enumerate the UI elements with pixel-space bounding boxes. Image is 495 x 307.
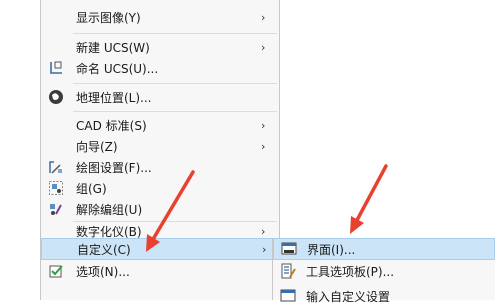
submenu-item-label: 工具选项板(P)... [306,264,395,279]
named-ucs-icon [47,59,65,77]
options-icon [47,262,65,280]
menu-item-label: 自定义(C) [77,242,131,257]
submenu-arrow-icon: › [261,40,266,54]
menu-item-label: 数字化仪(B) [76,224,142,239]
submenu-item-interface[interactable]: 界面(I)... [273,238,495,260]
menu-separator [73,83,277,84]
submenu-arrow-icon: › [261,118,266,132]
menu-item-customize[interactable]: 自定义(C) › [41,238,279,260]
menu-item-options[interactable]: 选项(N)... [41,260,279,282]
customize-submenu: 界面(I)... 工具选项板(P)... 输入自定义设置 [272,238,495,304]
submenu-arrow-icon: › [262,242,267,256]
menu-separator [73,111,277,112]
menu-item-label: 组(G) [76,181,107,196]
submenu-item-label: 界面(I)... [307,242,356,257]
submenu-item-import-customizations[interactable]: 输入自定义设置 [273,285,495,307]
menu-item-group[interactable]: 组(G) [41,177,279,199]
menu-item-label: 解除编组(U) [76,202,143,217]
geolocation-icon [47,88,65,106]
menu-item-label: 地理位置(L)... [76,90,152,105]
submenu-item-tool-palettes[interactable]: 工具选项板(P)... [273,260,495,282]
menu-item-named-ucs[interactable]: 命名 UCS(U)... [41,57,279,79]
tool-palettes-icon [279,262,297,280]
menu-item-label: CAD 标准(S) [76,118,147,133]
menu-item-wizards[interactable]: 向导(Z) › [41,135,279,157]
menu-item-drafting-settings[interactable]: 绘图设置(F)... [41,156,279,178]
submenu-item-label: 输入自定义设置 [306,289,391,304]
menu-separator [73,33,277,34]
menu-item-label: 命名 UCS(U)... [76,61,159,76]
menu-item-ungroup[interactable]: 解除编组(U) [41,198,279,220]
menu-item-label: 向导(Z) [76,139,118,154]
menu-item-label: 绘图设置(F)... [76,160,152,175]
menu-item-label: 显示图像(Y) [76,10,141,25]
submenu-arrow-icon: › [261,10,266,24]
tools-context-menu: 显示图像(Y) › 新建 UCS(W) › 命名 UCS(U)... 地理位置(… [40,0,280,300]
ungroup-icon [47,200,65,218]
menu-item-label: 选项(N)... [76,264,130,279]
submenu-arrow-icon: › [261,224,266,238]
menu-item-new-ucs[interactable]: 新建 UCS(W) › [41,36,279,58]
menu-item-label: 新建 UCS(W) [76,40,150,55]
annotation-arrow-right [350,164,388,234]
menu-item-geolocation[interactable]: 地理位置(L)... [41,86,279,108]
cui-interface-icon [280,240,298,258]
import-customizations-icon [279,287,297,305]
group-icon [47,179,65,197]
menu-item-cad-standards[interactable]: CAD 标准(S) › [41,114,279,136]
submenu-arrow-icon: › [261,139,266,153]
drafting-settings-icon [47,158,65,176]
menu-item-display-image[interactable]: 显示图像(Y) › [41,6,279,28]
